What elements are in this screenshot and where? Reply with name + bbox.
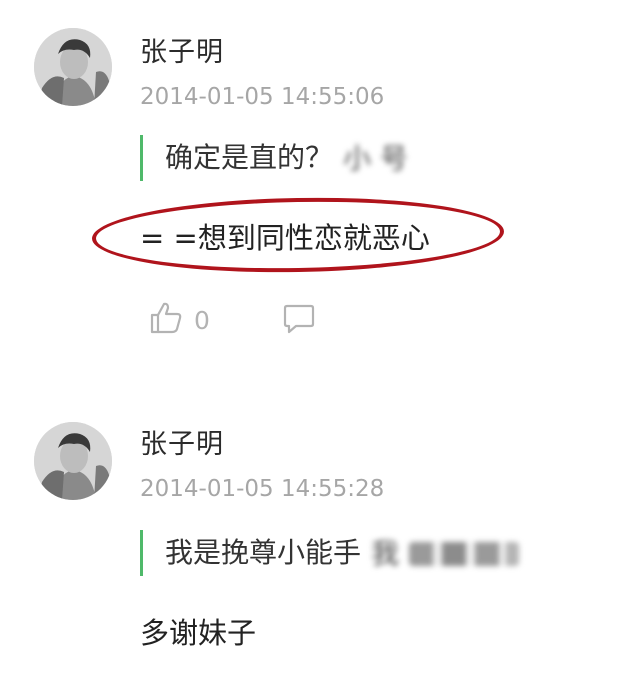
timestamp: 2014-01-05 14:55:06 [140, 84, 385, 110]
quoted-text: 确定是直的？ 小 号 [140, 135, 408, 181]
avatar[interactable] [34, 28, 112, 106]
comment-2: 张子明 2014-01-05 14:55:28 我是挽尊小能手我 多谢妹子 [0, 400, 640, 673]
speech-bubble-icon[interactable] [282, 301, 316, 339]
highlight-ellipse [91, 194, 505, 276]
blurred-text: 小 号 [343, 142, 408, 175]
username[interactable]: 张子明 [140, 30, 224, 69]
timestamp: 2014-01-05 14:55:28 [140, 476, 385, 502]
username[interactable]: 张子明 [140, 422, 224, 461]
quote-text: 我是挽尊小能手 [165, 536, 362, 569]
avatar-illustration [34, 28, 112, 106]
reply-text: 多谢妹子 [140, 616, 257, 650]
avatar-illustration [34, 422, 112, 500]
avatar[interactable] [34, 422, 112, 500]
comment-actions: 0 [148, 300, 316, 340]
thumbs-up-icon[interactable] [148, 300, 184, 340]
blurred-block [409, 542, 520, 566]
comment-1: 张子明 2014-01-05 14:55:06 确定是直的？小 号 = =想到同… [0, 0, 640, 360]
blurred-text: 我 [371, 537, 400, 570]
quote-text: 确定是直的？ [165, 141, 334, 174]
like-count: 0 [194, 305, 210, 335]
quoted-text: 我是挽尊小能手我 [140, 530, 520, 576]
